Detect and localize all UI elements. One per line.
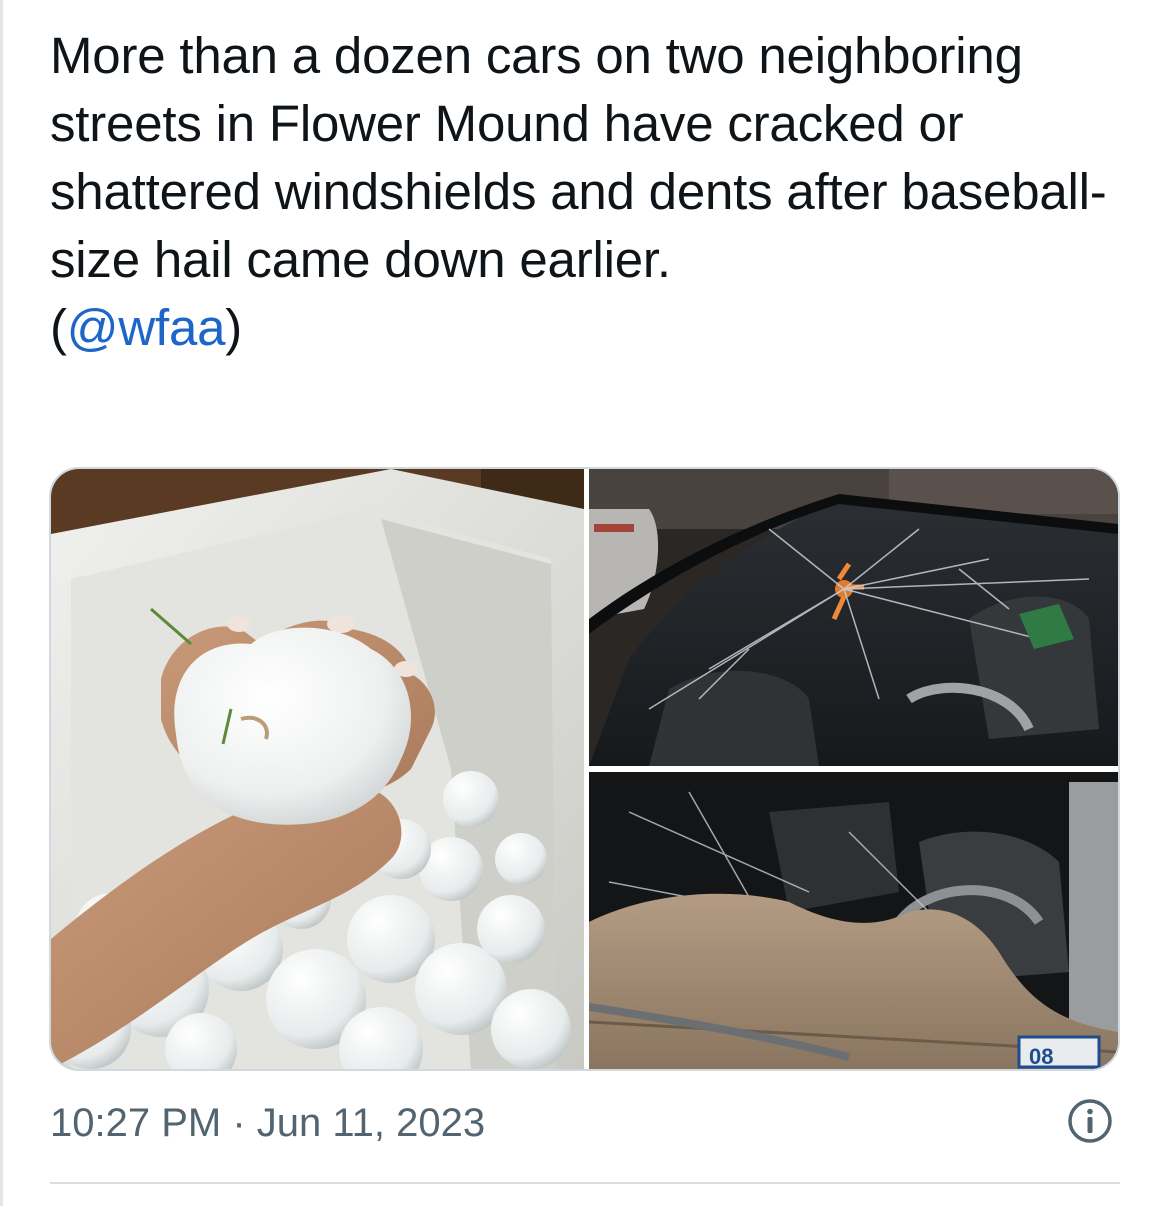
info-icon[interactable] — [1066, 1097, 1114, 1145]
tweet-text: More than a dozen cars on two neighborin… — [50, 27, 1107, 288]
mention-open-paren: ( — [50, 299, 67, 356]
bottom-divider — [50, 1182, 1120, 1184]
photo-glass-covered-dashboard[interactable]: 08 — [589, 772, 1118, 1069]
mention-close-paren: ) — [225, 299, 243, 356]
tweet-time: 10:27 PM — [50, 1101, 222, 1145]
mention-link-wfaa[interactable]: @wfaa — [67, 299, 226, 356]
license-plate-text: 08 — [1029, 1044, 1053, 1069]
photo-hailstone-in-hand[interactable] — [51, 469, 584, 1069]
mention-line: (@wfaa) — [50, 294, 1130, 362]
tweet-timestamp[interactable]: 10:27 PM · Jun 11, 2023 — [50, 1097, 485, 1149]
meta-separator: · — [221, 1101, 257, 1145]
photo-cracked-windshield[interactable] — [589, 469, 1118, 766]
media-grid: 08 — [49, 467, 1120, 1071]
tweet-date: Jun 11, 2023 — [256, 1101, 486, 1145]
tweet-body: More than a dozen cars on two neighborin… — [50, 22, 1130, 362]
left-border — [0, 0, 3, 1206]
